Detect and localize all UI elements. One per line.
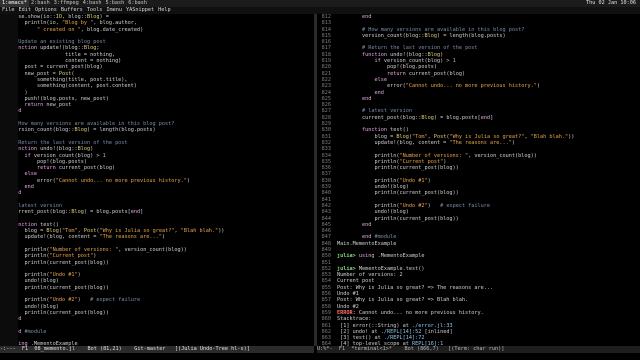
right-mode-line: U:%*- F1 *terminal<1>* Bot (866,7) [(Ter… bbox=[317, 346, 640, 353]
tmux-tab-1[interactable]: 1:emacs* bbox=[0, 0, 29, 7]
tmux-tab-5[interactable]: 5:bash bbox=[104, 0, 127, 6]
menu-help[interactable]: Help bbox=[156, 7, 173, 13]
menu-buffers[interactable]: Buffers bbox=[59, 7, 85, 13]
terminal-output[interactable]: 812 end 813 814 # How many versions are av… bbox=[317, 14, 640, 346]
minibuffer[interactable] bbox=[0, 353, 640, 360]
source-editor-pane[interactable]: Base.show(io::IO, blog::Blog) = println(… bbox=[0, 14, 314, 346]
menu-tools[interactable]: Tools bbox=[85, 7, 105, 13]
source-code[interactable]: Base.show(io::IO, blog::Blog) = println(… bbox=[0, 14, 314, 346]
menu-file[interactable]: File bbox=[0, 7, 17, 13]
menu-options[interactable]: Options bbox=[33, 7, 59, 13]
tmux-tab-2[interactable]: 2:bash bbox=[29, 0, 52, 6]
emacs-menu-bar: File Edit Options Buffers Tools Imenu YASnippe… bbox=[0, 7, 640, 14]
menu-yasnippet[interactable]: YASnippet bbox=[124, 7, 156, 13]
left-mode-line: -:--- F1 08_memento.jl Bot (81,21) Git-m… bbox=[0, 346, 314, 353]
terminal-pane[interactable]: 812 end 813 814 # How many versions are av… bbox=[317, 14, 640, 346]
left-fringe bbox=[0, 14, 18, 346]
clock: Thu 02 Jan 10:06 bbox=[586, 0, 636, 7]
tmux-tab-4[interactable]: 4:bash bbox=[81, 0, 104, 6]
menu-edit[interactable]: Edit bbox=[17, 7, 34, 13]
tmux-tab-3[interactable]: 3:ffmpeg bbox=[52, 0, 81, 6]
tmux-tab-bar: 1:emacs* 2:bash 3:ffmpeg 4:bash 5:bash 6:bash… bbox=[0, 0, 640, 7]
menu-imenu[interactable]: Imenu bbox=[104, 7, 124, 13]
tmux-tab-6[interactable]: 6:bash bbox=[126, 0, 149, 6]
